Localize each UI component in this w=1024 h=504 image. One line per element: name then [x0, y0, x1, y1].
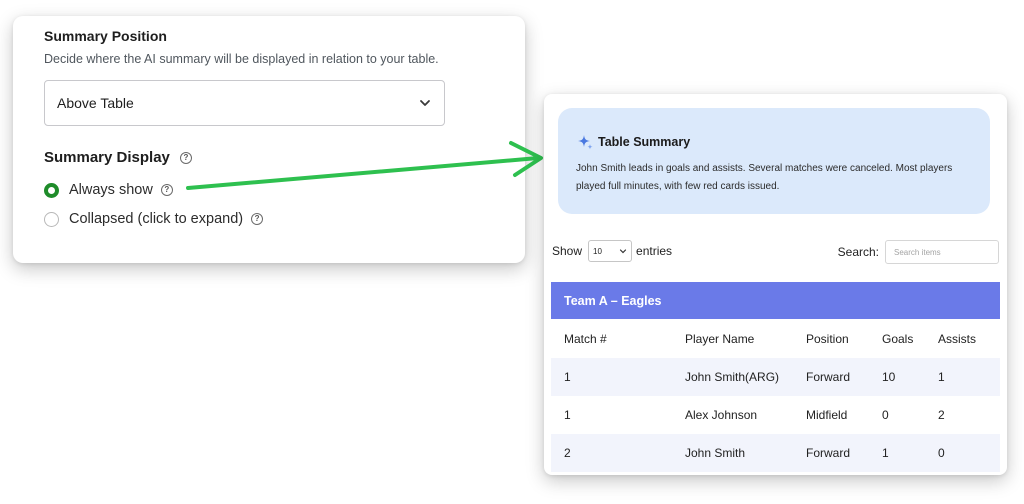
- table-row: 2 John Smith Forward 1 0: [551, 434, 1000, 472]
- table-cell: Forward: [806, 446, 851, 460]
- table-cell: Midfield: [806, 408, 848, 422]
- table-cell: 1: [564, 408, 571, 422]
- table-cell: Forward: [806, 370, 851, 384]
- table-cell: 0: [882, 408, 889, 422]
- table-preview-card: Table Summary John Smith leads in goals …: [544, 94, 1007, 475]
- help-icon[interactable]: ?: [251, 213, 264, 225]
- show-label: Show: [552, 244, 583, 258]
- settings-card: Summary Position Decide where the AI sum…: [13, 16, 525, 263]
- table-cell: Alex Johnson: [685, 408, 758, 422]
- search-input[interactable]: [885, 240, 999, 264]
- table-cell: John Smith(ARG): [685, 370, 780, 384]
- table-cell: 2: [564, 446, 571, 460]
- table-cell: 10: [882, 370, 896, 384]
- table-summary-title: Table Summary: [598, 135, 691, 149]
- radio-button-selected[interactable]: [44, 182, 59, 198]
- table-cell: 2: [938, 408, 945, 422]
- column-header-player-name[interactable]: Player Name: [672, 319, 793, 358]
- help-icon[interactable]: ?: [160, 184, 173, 196]
- table-cell: 1: [564, 370, 571, 384]
- radio-button-unselected[interactable]: [44, 211, 59, 227]
- summary-position-select[interactable]: Above Table: [44, 80, 445, 126]
- entries-select[interactable]: 10: [588, 240, 633, 262]
- chevron-down-icon: [420, 100, 430, 106]
- table-row: 1 John Smith(ARG) Forward 10 1: [551, 358, 1000, 396]
- summary-display-title: Summary Display ?: [44, 149, 192, 166]
- sparkle-icon: [578, 135, 593, 150]
- radio-always-show-label: Always show: [69, 182, 153, 198]
- table-summary-text: John Smith leads in goals and assists. S…: [576, 163, 953, 192]
- summary-position-value: Above Table: [57, 95, 134, 111]
- entries-select-value: 10: [593, 246, 602, 256]
- radio-always-show[interactable]: Always show ?: [44, 182, 173, 198]
- data-table: Match # Player Name Position Goals Assis…: [551, 319, 1000, 472]
- group-header: Team A – Eagles: [551, 282, 1000, 319]
- summary-display-label: Summary Display: [44, 149, 170, 166]
- entries-label: entries: [636, 244, 673, 258]
- radio-collapsed[interactable]: Collapsed (click to expand) ?: [44, 211, 264, 227]
- column-header-match[interactable]: Match #: [551, 319, 672, 358]
- table-cell: 1: [938, 370, 945, 384]
- table-header-row: Match # Player Name Position Goals Assis…: [551, 319, 1000, 358]
- summary-position-title: Summary Position: [44, 28, 167, 44]
- show-entries-control: Show 10 entries: [552, 240, 672, 262]
- column-header-goals[interactable]: Goals: [869, 319, 925, 358]
- table-cell: 1: [882, 446, 889, 460]
- table-search: Search:: [838, 240, 999, 264]
- help-icon[interactable]: ?: [179, 151, 192, 164]
- radio-collapsed-label: Collapsed (click to expand): [69, 211, 244, 227]
- column-header-position[interactable]: Position: [793, 319, 869, 358]
- table-row: 1 Alex Johnson Midfield 0 2: [551, 396, 1000, 434]
- table-cell: 0: [938, 446, 945, 460]
- column-header-assists[interactable]: Assists: [925, 319, 1000, 358]
- chevron-down-icon: [619, 249, 627, 254]
- table-summary-box: Table Summary John Smith leads in goals …: [558, 108, 990, 214]
- summary-position-description: Decide where the AI summary will be disp…: [44, 52, 439, 66]
- search-label: Search:: [837, 245, 879, 259]
- table-cell: John Smith: [685, 446, 746, 460]
- table-summary-header: Table Summary: [576, 133, 690, 151]
